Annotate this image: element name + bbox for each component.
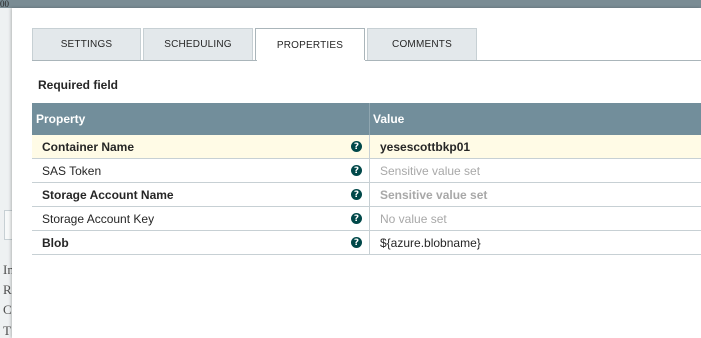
property-name: Container Name [42, 139, 135, 154]
background-letter: R [3, 282, 12, 297]
tab-underline [32, 60, 701, 61]
required-field-label: Required field [38, 78, 119, 92]
table-row[interactable]: Container Name ? yesescottbkp01 [32, 135, 701, 159]
property-value[interactable]: ${azure.blobname} [380, 236, 481, 250]
tab-bar: SETTINGS SCHEDULING PROPERTIES COMMENTS [32, 28, 479, 61]
properties-table: Property Value Container Name ? yesescot… [32, 103, 701, 255]
background-topbar: 00 [0, 0, 701, 9]
background-letter: C [3, 302, 12, 317]
column-header-property: Property [32, 103, 370, 135]
property-value[interactable]: Sensitive value set [380, 164, 480, 178]
table-row[interactable]: Storage Account Name ? Sensitive value s… [32, 183, 701, 207]
tab-scheduling[interactable]: SCHEDULING [143, 28, 253, 60]
help-icon[interactable]: ? [351, 237, 362, 248]
property-value[interactable]: No value set [380, 212, 447, 226]
tab-comments[interactable]: COMMENTS [367, 28, 477, 60]
tab-properties[interactable]: PROPERTIES [255, 28, 365, 61]
table-row[interactable]: Storage Account Key ? No value set [32, 207, 701, 231]
table-row[interactable]: Blob ? ${azure.blobname} [32, 231, 701, 255]
background-topbar-text: 00 [0, 0, 9, 9]
tab-active-gap [257, 60, 365, 61]
property-name: Storage Account Key [42, 211, 155, 226]
property-name: Blob [42, 235, 69, 250]
table-header: Property Value [32, 103, 701, 135]
tab-settings[interactable]: SETTINGS [32, 28, 141, 60]
help-icon[interactable]: ? [351, 165, 362, 176]
help-icon[interactable]: ? [351, 213, 362, 224]
table-row[interactable]: SAS Token ? Sensitive value set [32, 159, 701, 183]
processor-config-dialog: SETTINGS SCHEDULING PROPERTIES COMMENTS … [12, 8, 701, 338]
column-header-value: Value [373, 112, 405, 126]
help-icon[interactable]: ? [351, 189, 362, 200]
property-value[interactable]: Sensitive value set [380, 188, 487, 202]
property-name: SAS Token [42, 163, 102, 178]
background-letter: T [3, 323, 11, 338]
help-icon[interactable]: ? [351, 141, 362, 152]
property-value[interactable]: yesescottbkp01 [380, 140, 470, 154]
property-name: Storage Account Name [42, 187, 174, 202]
